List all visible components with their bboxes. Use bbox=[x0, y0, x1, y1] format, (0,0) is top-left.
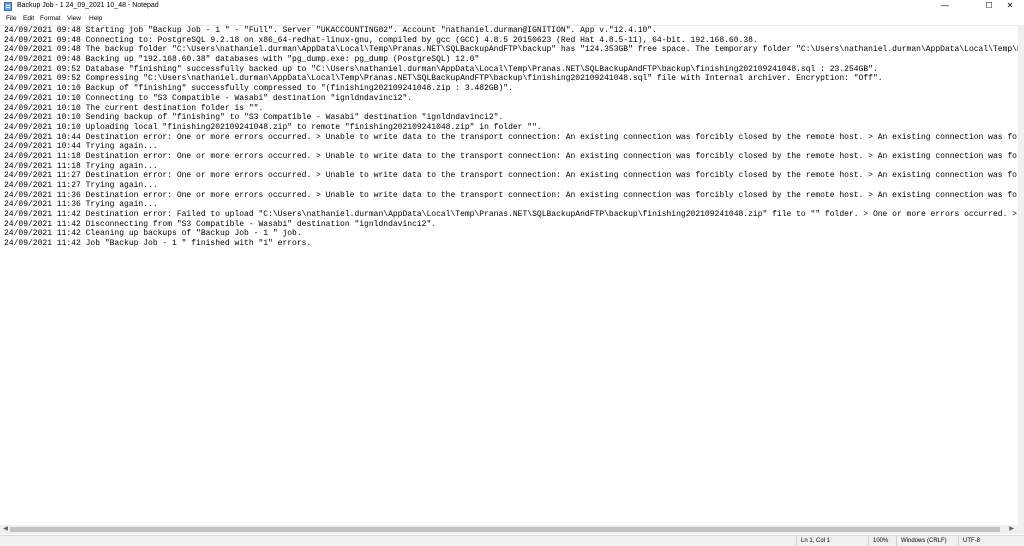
status-bar: Ln 1, Col 1 100% Windows (CRLF) UTF-8 bbox=[0, 535, 1024, 546]
menu-help[interactable]: Help bbox=[89, 14, 102, 24]
log-line: 24/09/2021 10:10 Uploading local "finish… bbox=[4, 122, 542, 132]
log-line: 24/09/2021 09:52 Database "finishing" su… bbox=[4, 64, 878, 74]
log-line: 24/09/2021 11:42 Disconnecting from "S3 … bbox=[4, 219, 437, 229]
log-line: 24/09/2021 11:18 Trying again... bbox=[4, 161, 158, 171]
notepad-icon bbox=[4, 2, 12, 11]
title-bar: Backup Job - 1 24_09_2021 10_48 - Notepa… bbox=[0, 0, 1024, 12]
vertical-scrollbar[interactable] bbox=[1018, 25, 1024, 525]
horizontal-scroll-thumb[interactable] bbox=[10, 527, 1000, 532]
log-line: 24/09/2021 11:42 Cleaning up backups of … bbox=[4, 229, 302, 239]
log-line: 24/09/2021 10:10 Connecting to "S3 Compa… bbox=[4, 93, 413, 103]
log-line: 24/09/2021 10:44 Trying again... bbox=[4, 142, 158, 152]
log-line: 24/09/2021 10:10 Sending backup of "fini… bbox=[4, 113, 504, 123]
horizontal-scrollbar[interactable]: ◀ ▶ bbox=[0, 525, 1018, 534]
log-line: 24/09/2021 11:36 Trying again... bbox=[4, 200, 158, 210]
log-line: 24/09/2021 10:10 Backup of "finishing" s… bbox=[4, 84, 513, 94]
scroll-right-icon[interactable]: ▶ bbox=[1008, 526, 1015, 533]
menu-format[interactable]: Format bbox=[40, 14, 61, 24]
log-line: 24/09/2021 10:10 The current destination… bbox=[4, 103, 264, 113]
log-line: 24/09/2021 09:48 Starting job "Backup Jo… bbox=[4, 26, 657, 35]
log-line: 24/09/2021 10:44 Destination error: One … bbox=[4, 132, 1018, 142]
minimize-button[interactable]: — bbox=[931, 0, 959, 12]
log-line: 24/09/2021 11:27 Trying again... bbox=[4, 181, 158, 190]
menu-file[interactable]: File bbox=[6, 14, 16, 24]
scrollbar-corner bbox=[1018, 525, 1024, 534]
close-button[interactable]: ✕ bbox=[996, 0, 1024, 12]
log-line: 24/09/2021 11:42 Job "Backup Job - 1 " f… bbox=[4, 239, 312, 249]
log-line: 24/09/2021 09:48 Connecting to: PostgreS… bbox=[4, 35, 758, 45]
log-line: 24/09/2021 11:27 Destination error: One … bbox=[4, 171, 1018, 181]
menu-view[interactable]: View bbox=[67, 14, 81, 24]
text-editor[interactable]: 24/09/2021 09:48 Starting job "Backup Jo… bbox=[0, 25, 1018, 526]
log-text: 24/09/2021 09:48 Starting job "Backup Jo… bbox=[4, 26, 1018, 249]
log-line: 24/09/2021 11:18 Destination error: One … bbox=[4, 151, 1018, 161]
log-line: 24/09/2021 09:48 Backing up "192.168.60.… bbox=[4, 55, 480, 65]
menu-edit[interactable]: Edit bbox=[23, 14, 34, 24]
scroll-left-icon[interactable]: ◀ bbox=[2, 526, 9, 533]
menu-bar: File Edit Format View Help bbox=[0, 14, 1024, 24]
log-line: 24/09/2021 11:36 Destination error: One … bbox=[4, 190, 1018, 200]
log-line: 24/09/2021 11:42 Destination error: Fail… bbox=[4, 210, 1017, 220]
log-line: 24/09/2021 09:52 Compressing "C:\Users\n… bbox=[4, 74, 883, 84]
log-line: 24/09/2021 09:48 The backup folder "C:\U… bbox=[4, 45, 1018, 55]
window-title: Backup Job - 1 24_09_2021 10_48 - Notepa… bbox=[17, 2, 159, 9]
